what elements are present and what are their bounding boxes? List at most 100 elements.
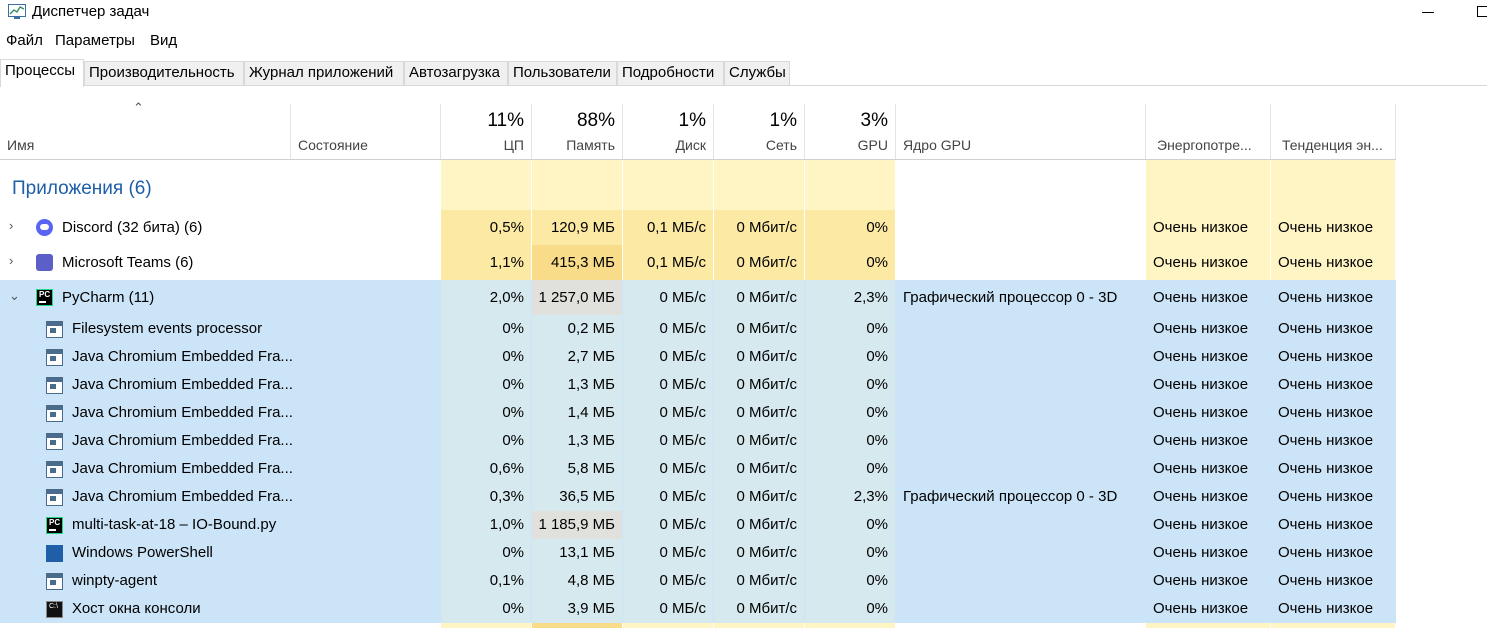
cell-cpu: 0%: [502, 544, 524, 561]
cell-power: Очень низкое: [1153, 460, 1249, 477]
cell-power-trend: Очень низкое: [1278, 600, 1374, 617]
process-icon: [46, 461, 63, 478]
discord-icon: [36, 219, 53, 236]
header-gpu-pct: 3%: [860, 110, 888, 131]
heat-band: [441, 623, 531, 628]
pycharm-icon: [46, 517, 63, 534]
cell-disk: 0 МБ/с: [659, 516, 706, 533]
table-row[interactable]: multi-task-at-18 – IO-Bound.py 1,0% 1 185,…: [0, 511, 1396, 539]
cell-power: Очень низкое: [1153, 404, 1249, 421]
title-bar: Диспетчер задач: [0, 0, 1487, 26]
cell-power: Очень низкое: [1153, 219, 1249, 236]
cell-cpu: 0,1%: [489, 572, 524, 589]
tab-services[interactable]: Службы: [724, 61, 790, 85]
header-gpu[interactable]: 3% GPU: [805, 104, 896, 159]
header-disk[interactable]: 1% Диск: [623, 104, 714, 159]
cell-gpu: 0%: [866, 219, 888, 236]
tab-app-history[interactable]: Журнал приложений: [244, 61, 404, 85]
tab-processes[interactable]: Процессы: [0, 59, 84, 87]
header-name[interactable]: Имя: [0, 104, 290, 159]
cell-mem: 13,1 МБ: [559, 544, 615, 561]
cell-cpu: 0%: [502, 376, 524, 393]
console-icon: [46, 601, 63, 618]
table-row[interactable]: Java Chromium Embedded Fra... 0,6% 5,8 МБ 0…: [0, 455, 1396, 483]
tab-users[interactable]: Пользователи: [508, 61, 617, 85]
cell-gpu: 0%: [866, 600, 888, 617]
cell-power-trend: Очень низкое: [1278, 320, 1374, 337]
collapse-chevron-icon[interactable]: ⌄: [9, 288, 20, 304]
column-divider[interactable]: [1395, 104, 1396, 159]
header-memory[interactable]: 88% Память: [532, 104, 623, 159]
tab-performance[interactable]: Производительность: [84, 61, 244, 85]
heat-band: [1146, 623, 1270, 628]
cell-power: Очень низкое: [1153, 544, 1249, 561]
table-row[interactable]: Filesystem events processor 0% 0,2 МБ 0 МБ/…: [0, 315, 1396, 343]
cell-cpu: 2,0%: [489, 289, 524, 306]
cell-power-trend: Очень низкое: [1278, 254, 1374, 271]
expand-chevron-icon[interactable]: ›: [9, 253, 13, 268]
tab-details[interactable]: Подробности: [617, 61, 724, 85]
cell-gpu: 2,3%: [853, 289, 888, 306]
process-name: multi-task-at-18 – IO-Bound.py: [72, 516, 277, 533]
table-row[interactable]: Java Chromium Embedded Fra... 0% 1,3 МБ 0 М…: [0, 427, 1396, 455]
cell-mem: 1,4 МБ: [567, 404, 615, 421]
tab-startup[interactable]: Автозагрузка: [404, 61, 508, 85]
cell-power-trend: Очень низкое: [1278, 488, 1374, 505]
header-network-pct: 1%: [769, 110, 797, 131]
minimize-button[interactable]: [1408, 0, 1448, 26]
table-row[interactable]: › Microsoft Teams (6) 1,1% 415,3 МБ 0,1 МБ/с…: [0, 245, 1396, 280]
process-name: Java Chromium Embedded Fra...: [72, 432, 293, 449]
menu-file[interactable]: Файл: [6, 32, 43, 49]
header-status[interactable]: Состояние: [291, 104, 440, 159]
group-header-apps[interactable]: Приложения (6): [12, 178, 152, 200]
table-row[interactable]: Java Chromium Embedded Fra... 0% 1,3 МБ 0 М…: [0, 371, 1396, 399]
window-title: Диспетчер задач: [32, 3, 150, 20]
heat-band: [805, 623, 895, 628]
cell-net: 0 Мбит/с: [736, 572, 797, 589]
cell-mem: 415,3 МБ: [550, 254, 615, 271]
cell-gpu: 0%: [866, 572, 888, 589]
teams-icon: [36, 254, 53, 271]
menu-view[interactable]: Вид: [150, 32, 177, 49]
table-row[interactable]: Хост окна консоли 0% 3,9 МБ 0 МБ/с 0 Мбит/с 0…: [0, 595, 1396, 623]
header-network[interactable]: 1% Сеть: [714, 104, 805, 159]
heat-band: [441, 160, 531, 210]
heat-band: [532, 160, 622, 210]
header-gpu-engine-label: Ядро GPU: [903, 137, 972, 153]
menu-options[interactable]: Параметры: [55, 32, 135, 49]
process-icon: [46, 489, 63, 506]
header-network-label: Сеть: [765, 137, 797, 153]
cell-net: 0 Мбит/с: [736, 600, 797, 617]
maximize-button[interactable]: [1455, 0, 1487, 26]
cell-net: 0 Мбит/с: [736, 432, 797, 449]
header-gpu-engine[interactable]: Ядро GPU: [896, 104, 1145, 159]
header-power-trend[interactable]: Тенденция эн...: [1271, 104, 1396, 159]
cell-power: Очень низкое: [1153, 376, 1249, 393]
cell-power-trend: Очень низкое: [1278, 572, 1374, 589]
cell-cpu: 0%: [502, 320, 524, 337]
pycharm-icon: [36, 289, 53, 306]
header-cpu[interactable]: 11% ЦП: [441, 104, 532, 159]
table-row[interactable]: ⌄ PyCharm (11) 2,0% 1 257,0 МБ 0 МБ/с 0 Мбит/…: [0, 280, 1396, 315]
cell-power-trend: Очень низкое: [1278, 376, 1374, 393]
header-status-label: Состояние: [298, 137, 368, 153]
heat-band: [714, 623, 804, 628]
table-row[interactable]: Windows PowerShell 0% 13,1 МБ 0 МБ/с 0 Мбит/…: [0, 539, 1396, 567]
header-power[interactable]: Энергопотре...: [1146, 104, 1270, 159]
cell-gpu-engine: Графический процессор 0 - 3D: [903, 488, 1118, 505]
header-memory-label: Память: [566, 137, 615, 153]
table-row[interactable]: › Discord (32 бита) (6) 0,5% 120,9 МБ 0,1 МБ…: [0, 210, 1396, 245]
table-row[interactable]: winpty-agent 0,1% 4,8 МБ 0 МБ/с 0 Мбит/с 0% Оч…: [0, 567, 1396, 595]
table-row[interactable]: Java Chromium Embedded Fra... 0% 1,4 МБ 0 М…: [0, 399, 1396, 427]
cell-net: 0 Мбит/с: [736, 348, 797, 365]
heat-band: [1271, 623, 1395, 628]
table-row[interactable]: Java Chromium Embedded Fra... 0% 2,7 МБ 0 М…: [0, 343, 1396, 371]
expand-chevron-icon[interactable]: ›: [9, 218, 13, 233]
cell-disk: 0 МБ/с: [659, 320, 706, 337]
cell-power: Очень низкое: [1153, 348, 1249, 365]
table-row[interactable]: Java Chromium Embedded Fra... 0,3% 36,5 МБ…: [0, 483, 1396, 511]
cell-power: Очень низкое: [1153, 289, 1249, 306]
process-icon: [46, 573, 63, 590]
cell-net: 0 Мбит/с: [736, 404, 797, 421]
maximize-icon: [1477, 6, 1487, 17]
